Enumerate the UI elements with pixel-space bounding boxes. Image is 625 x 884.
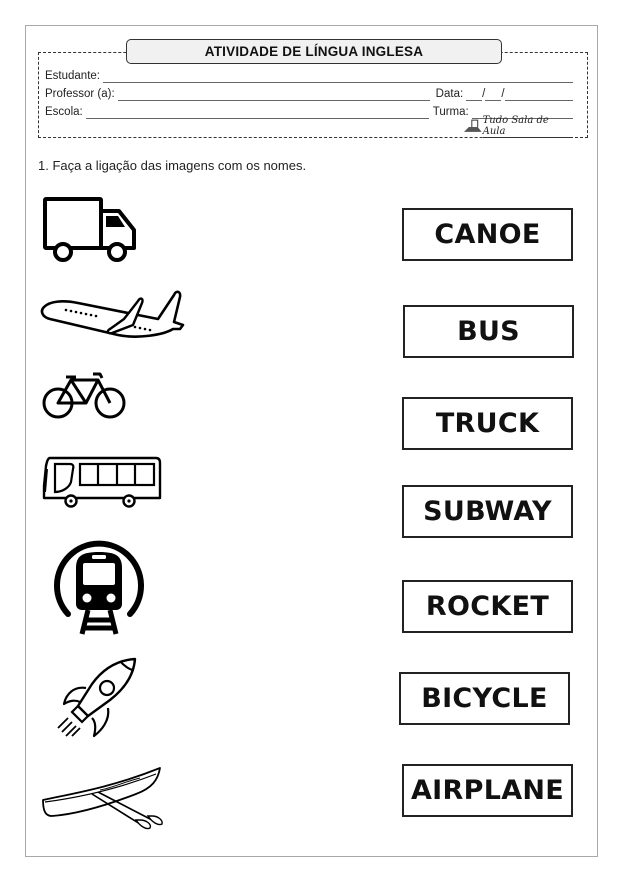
exercise-instruction: 1. Faça a ligação das imagens com os nom…: [38, 158, 307, 173]
word-box-bicycle[interactable]: BICYCLE: [399, 672, 570, 725]
date-month-line[interactable]: [485, 88, 502, 101]
teacher-label: Professor (a):: [45, 88, 115, 100]
truck-icon[interactable]: [42, 196, 138, 262]
subway-icon[interactable]: [50, 538, 148, 636]
student-input-line[interactable]: [102, 70, 573, 83]
word-box-bus[interactable]: BUS: [403, 305, 574, 358]
word-box-subway[interactable]: SUBWAY: [402, 485, 573, 538]
brand-logo: Tudo Sala de Aula: [463, 115, 573, 138]
bus-icon[interactable]: [42, 456, 162, 508]
word-box-airplane[interactable]: AIRPLANE: [402, 764, 573, 817]
word-box-rocket[interactable]: ROCKET: [402, 580, 573, 633]
airplane-icon[interactable]: [38, 289, 190, 341]
school-input-line[interactable]: [85, 106, 429, 119]
student-label: Estudante:: [45, 70, 100, 82]
bicycle-icon[interactable]: [42, 372, 128, 420]
student-field: Estudante:: [45, 67, 573, 83]
date-year-line[interactable]: [504, 88, 573, 101]
word-box-truck[interactable]: TRUCK: [402, 397, 573, 450]
canoe-icon[interactable]: [40, 766, 164, 836]
logo-text: Tudo Sala de Aula: [482, 115, 573, 138]
teacher-input-line[interactable]: [117, 88, 430, 101]
rocket-icon[interactable]: [50, 656, 140, 744]
date-day-line[interactable]: [466, 88, 483, 101]
teacher-date-row: Professor (a): Data: / /: [45, 85, 573, 101]
worksheet-title: ATIVIDADE DE LÍNGUA INGLESA: [126, 39, 502, 64]
book-icon: [463, 119, 482, 132]
school-label: Escola:: [45, 106, 83, 118]
word-box-canoe[interactable]: CANOE: [402, 208, 573, 261]
date-label: Data:: [435, 88, 464, 100]
